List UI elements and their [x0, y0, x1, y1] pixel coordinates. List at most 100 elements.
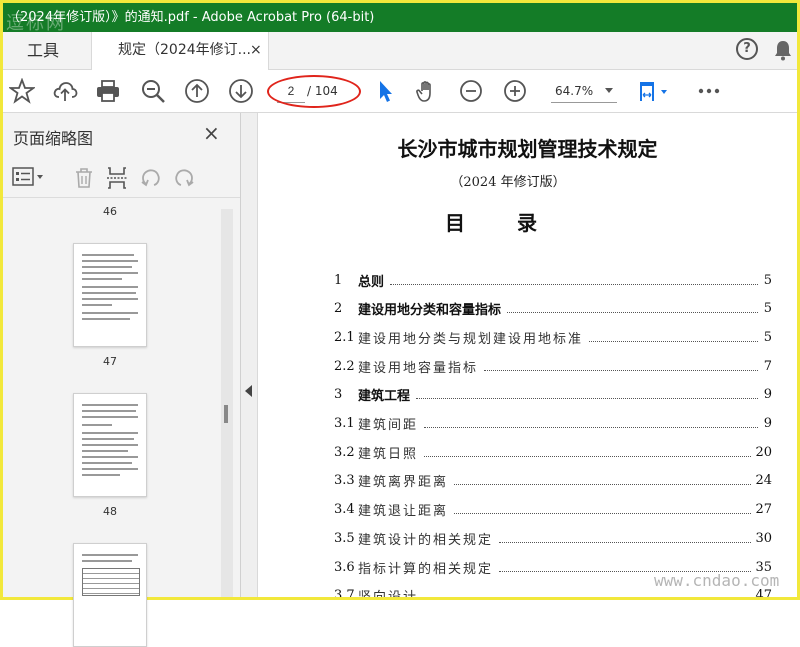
toc-entry[interactable]: 2 建设用地分类和容量指标 5 [334, 298, 772, 320]
delete-page-icon[interactable] [73, 167, 95, 189]
thumbnail-page-number: 48 [103, 505, 117, 518]
more-options-icon[interactable] [696, 78, 722, 104]
page-thumbnail[interactable] [73, 393, 147, 497]
extract-page-icon[interactable] [106, 166, 128, 190]
toc-leader-dots [484, 369, 758, 371]
toc-entry-number: 3.7 [334, 588, 355, 597]
cloud-upload-icon[interactable] [52, 78, 78, 104]
toc-leader-dots [507, 312, 758, 314]
zoom-level-value: 64.7% [555, 84, 594, 98]
zoom-in-icon[interactable] [502, 78, 528, 104]
toc-entry[interactable]: 3.2 建筑日照 20 [334, 441, 772, 463]
toc-entry[interactable]: 3.5 建筑设计的相关规定 30 [334, 527, 772, 549]
toc-entry-page: 24 [755, 473, 772, 489]
tab-bar: 工具 规定（2024年修订... × ? [3, 32, 797, 70]
zoom-level-dropdown[interactable]: 64.7% [551, 80, 617, 103]
tab-tools[interactable]: 工具 [3, 32, 91, 69]
rotate-left-icon[interactable] [140, 167, 162, 189]
toc-entry[interactable]: 3 建筑工程 9 [334, 384, 772, 406]
star-icon[interactable] [9, 78, 35, 104]
document-subtitle: （2024 年修订版） [450, 175, 566, 190]
toc-leader-dots [390, 283, 758, 285]
toc-entry-number: 3.4 [334, 502, 355, 518]
page-down-icon[interactable] [228, 78, 254, 104]
page-thumbnails-panel: 页面缩略图 × 46 47 48 [3, 113, 241, 647]
tab-close-icon[interactable]: × [250, 32, 262, 69]
toc-entry-page: 30 [755, 530, 772, 546]
thumbnail-page-number: 46 [103, 205, 117, 218]
panel-scrollbar[interactable] [221, 209, 233, 597]
page-thumbnail[interactable] [73, 543, 147, 647]
help-icon[interactable]: ? [736, 38, 758, 60]
toc-entry-number: 3.1 [334, 416, 355, 431]
tab-document[interactable]: 规定（2024年修订... × [91, 32, 269, 70]
toc-entry[interactable]: 1 总则 5 [334, 269, 772, 291]
toc-leader-dots [589, 340, 758, 342]
tab-document-label: 规定（2024年修订... [118, 42, 251, 58]
toc-entry-number: 3.5 [334, 530, 355, 546]
toc-entry-page: 7 [763, 358, 772, 374]
rotate-right-icon[interactable] [173, 167, 195, 189]
toc-leader-dots [454, 484, 752, 486]
toc-entry-title: 建设用地分类与规划建设用地标准 [358, 331, 584, 347]
panel-toolbar [3, 157, 240, 198]
thumbnail-page-number: 47 [103, 355, 117, 368]
main-toolbar: / 104 64.7% [3, 70, 797, 113]
highlight-annotation-oval [267, 75, 361, 108]
toc-entry-page: 5 [763, 272, 772, 288]
zoom-out-icon[interactable] [458, 78, 484, 104]
toc-entry-title: 建筑工程 [358, 389, 411, 405]
toc-leader-dots [424, 427, 758, 428]
zoom-out-search-icon[interactable] [140, 78, 166, 104]
page-up-icon[interactable] [184, 78, 210, 104]
toc-entry-number: 1 [334, 272, 343, 288]
toc-entry-title: 建筑退让距离 [358, 504, 449, 520]
toc-entry-number: 3.2 [334, 444, 355, 460]
toc-entry-page: 5 [763, 301, 772, 317]
toc-leader-dots [416, 398, 758, 400]
collapse-arrow-icon[interactable] [245, 385, 252, 397]
toc-entry-title: 指标计算的相关规定 [358, 561, 494, 577]
bell-icon[interactable] [773, 39, 793, 61]
toc-entry-title: 建筑间距 [358, 418, 419, 433]
print-icon[interactable] [95, 78, 121, 104]
chevron-down-icon [605, 88, 613, 93]
toc-entry-title: 竖向设计 [358, 586, 420, 597]
toc-entry-number: 2.2 [334, 358, 355, 374]
toc-heading: 目录 [445, 211, 589, 235]
toc-entry-page: 5 [763, 329, 772, 345]
toc-entry-page: 9 [763, 416, 772, 431]
select-cursor-icon[interactable] [372, 78, 398, 104]
document-view: 长沙市城市规划管理技术规定 （2024 年修订版） 目录 1 总则 5 2 建设用地分类… [258, 113, 797, 597]
toc-entry-number: 3.3 [334, 473, 355, 489]
toc-entry-title: 建筑离界距离 [358, 475, 449, 491]
toc-leader-dots [499, 541, 752, 543]
toc-leader-dots [424, 455, 752, 457]
thumbnail-options-icon[interactable] [12, 167, 46, 187]
toc-entry[interactable]: 3.4 建筑退让距离 27 [334, 499, 772, 521]
hand-tool-icon[interactable] [414, 78, 440, 104]
document-title: 长沙市城市规划管理技术规定 [397, 137, 658, 161]
toc-entry-page: 20 [755, 444, 772, 460]
panel-scroll-thumb[interactable] [224, 405, 228, 423]
toc-entry[interactable]: 3.3 建筑离界距离 24 [334, 470, 772, 492]
toc-entry-page: 27 [755, 502, 772, 518]
toc-entry-title: 建设用地分类和容量指标 [358, 303, 502, 319]
toc-entry-number: 3 [334, 387, 343, 403]
toc-entry-title: 建设用地容量指标 [358, 360, 479, 376]
toc-entry-number: 2 [334, 301, 343, 317]
toc-entry[interactable]: 2.1 建设用地分类与规划建设用地标准 5 [334, 326, 772, 348]
panel-splitter[interactable] [241, 113, 258, 597]
window-title-bar: （2024年修订版）》的通知.pdf - Adobe Acrobat Pro (… [3, 3, 797, 32]
watermark-url: www.cndao.com [654, 571, 780, 590]
fit-page-icon[interactable] [637, 78, 673, 104]
toc-leader-dots [454, 513, 752, 515]
panel-close-icon[interactable]: × [203, 121, 220, 145]
toc-entry[interactable]: 2.2 建设用地容量指标 7 [334, 355, 772, 377]
panel-title: 页面缩略图 [13, 129, 94, 148]
toc-entry[interactable]: 3.1 建筑间距 9 [334, 413, 772, 435]
toc-entry-title: 总则 [358, 274, 385, 290]
toc-entry-title: 建筑日照 [358, 446, 419, 462]
toc-entry-title: 建筑设计的相关规定 [358, 532, 494, 548]
page-thumbnail[interactable] [73, 243, 147, 347]
